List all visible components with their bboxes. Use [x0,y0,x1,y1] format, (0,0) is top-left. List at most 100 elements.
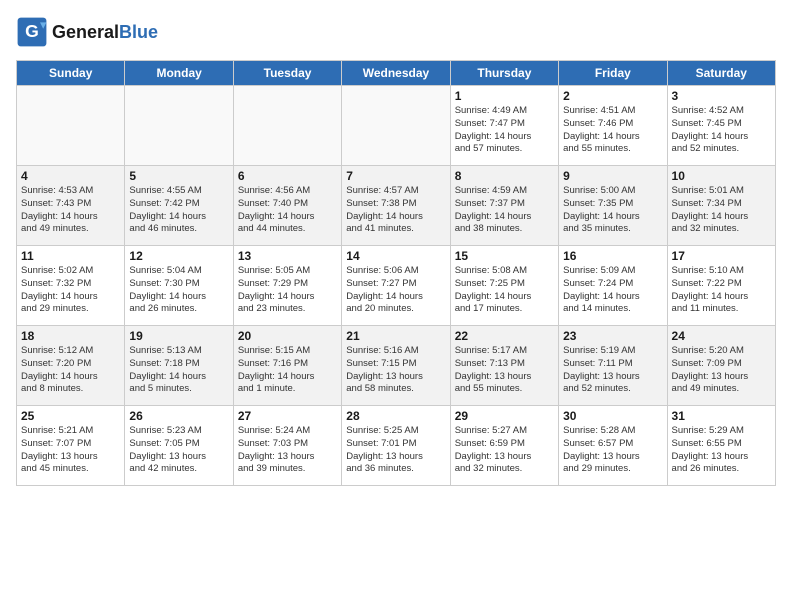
day-info: Sunrise: 5:00 AM Sunset: 7:35 PM Dayligh… [563,185,662,236]
calendar-cell: 7 Sunrise: 4:57 AM Sunset: 7:38 PM Daylig… [342,166,450,246]
calendar-cell [125,86,233,166]
day-info: Sunrise: 5:16 AM Sunset: 7:15 PM Dayligh… [346,345,445,396]
day-info: Sunrise: 5:21 AM Sunset: 7:07 PM Dayligh… [21,425,120,476]
day-info: Sunrise: 5:08 AM Sunset: 7:25 PM Dayligh… [455,265,554,316]
day-info: Sunrise: 5:12 AM Sunset: 7:20 PM Dayligh… [21,345,120,396]
header-row: SundayMondayTuesdayWednesdayThursdayFrid… [17,61,776,86]
day-info: Sunrise: 4:52 AM Sunset: 7:45 PM Dayligh… [672,105,771,156]
week-row-3: 11 Sunrise: 5:02 AM Sunset: 7:32 PM Dayli… [17,246,776,326]
page-container: G GeneralBlue SundayMondayTuesdayWednesd… [0,0,792,498]
day-number: 7 [346,169,445,183]
calendar-cell: 3 Sunrise: 4:52 AM Sunset: 7:45 PM Daylig… [667,86,775,166]
calendar-cell [17,86,125,166]
day-number: 12 [129,249,228,263]
day-number: 28 [346,409,445,423]
calendar-cell: 21 Sunrise: 5:16 AM Sunset: 7:15 PM Dayli… [342,326,450,406]
day-info: Sunrise: 5:10 AM Sunset: 7:22 PM Dayligh… [672,265,771,316]
calendar-cell: 28 Sunrise: 5:25 AM Sunset: 7:01 PM Dayli… [342,406,450,486]
day-info: Sunrise: 5:01 AM Sunset: 7:34 PM Dayligh… [672,185,771,236]
day-header-wednesday: Wednesday [342,61,450,86]
calendar-cell: 5 Sunrise: 4:55 AM Sunset: 7:42 PM Daylig… [125,166,233,246]
day-number: 25 [21,409,120,423]
day-info: Sunrise: 5:24 AM Sunset: 7:03 PM Dayligh… [238,425,337,476]
calendar-cell: 13Sunrise: 5:05 AM Sunset: 7:29 PM Dayli… [233,246,341,326]
calendar-cell: 22Sunrise: 5:17 AM Sunset: 7:13 PM Dayli… [450,326,558,406]
calendar-cell: 8Sunrise: 4:59 AM Sunset: 7:37 PM Daylig… [450,166,558,246]
week-row-2: 4 Sunrise: 4:53 AM Sunset: 7:43 PM Daylig… [17,166,776,246]
day-info: Sunrise: 4:59 AM Sunset: 7:37 PM Dayligh… [455,185,554,236]
day-number: 4 [21,169,120,183]
calendar-cell: 14 Sunrise: 5:06 AM Sunset: 7:27 PM Dayli… [342,246,450,326]
day-number: 13 [238,249,337,263]
day-number: 6 [238,169,337,183]
day-header-friday: Friday [559,61,667,86]
calendar-cell: 1 Sunrise: 4:49 AM Sunset: 7:47 PM Daylig… [450,86,558,166]
calendar-cell: 12Sunrise: 5:04 AM Sunset: 7:30 PM Dayli… [125,246,233,326]
week-row-5: 25 Sunrise: 5:21 AM Sunset: 7:07 PM Dayli… [17,406,776,486]
day-number: 24 [672,329,771,343]
day-info: Sunrise: 5:13 AM Sunset: 7:18 PM Dayligh… [129,345,228,396]
logo: G GeneralBlue [16,16,158,48]
day-number: 3 [672,89,771,103]
calendar-cell: 6 Sunrise: 4:56 AM Sunset: 7:40 PM Daylig… [233,166,341,246]
week-row-1: 1 Sunrise: 4:49 AM Sunset: 7:47 PM Daylig… [17,86,776,166]
calendar-cell: 18 Sunrise: 5:12 AM Sunset: 7:20 PM Dayli… [17,326,125,406]
calendar-cell: 25 Sunrise: 5:21 AM Sunset: 7:07 PM Dayli… [17,406,125,486]
calendar-cell: 26Sunrise: 5:23 AM Sunset: 7:05 PM Dayli… [125,406,233,486]
calendar-cell: 19 Sunrise: 5:13 AM Sunset: 7:18 PM Dayli… [125,326,233,406]
day-number: 10 [672,169,771,183]
calendar-cell: 30 Sunrise: 5:28 AM Sunset: 6:57 PM Dayli… [559,406,667,486]
day-number: 15 [455,249,554,263]
calendar-cell [342,86,450,166]
day-header-monday: Monday [125,61,233,86]
day-info: Sunrise: 5:17 AM Sunset: 7:13 PM Dayligh… [455,345,554,396]
day-number: 30 [563,409,662,423]
day-info: Sunrise: 4:49 AM Sunset: 7:47 PM Dayligh… [455,105,554,156]
svg-text:G: G [25,21,39,41]
day-info: Sunrise: 5:28 AM Sunset: 6:57 PM Dayligh… [563,425,662,476]
day-number: 19 [129,329,228,343]
day-info: Sunrise: 5:02 AM Sunset: 7:32 PM Dayligh… [21,265,120,316]
calendar-cell: 15 Sunrise: 5:08 AM Sunset: 7:25 PM Dayli… [450,246,558,326]
day-info: Sunrise: 5:23 AM Sunset: 7:05 PM Dayligh… [129,425,228,476]
day-number: 5 [129,169,228,183]
calendar-cell: 29 Sunrise: 5:27 AM Sunset: 6:59 PM Dayli… [450,406,558,486]
calendar-cell [233,86,341,166]
day-header-sunday: Sunday [17,61,125,86]
day-info: Sunrise: 5:15 AM Sunset: 7:16 PM Dayligh… [238,345,337,396]
day-header-tuesday: Tuesday [233,61,341,86]
day-info: Sunrise: 4:57 AM Sunset: 7:38 PM Dayligh… [346,185,445,236]
calendar-cell: 11 Sunrise: 5:02 AM Sunset: 7:32 PM Dayli… [17,246,125,326]
day-number: 1 [455,89,554,103]
day-number: 16 [563,249,662,263]
day-number: 31 [672,409,771,423]
day-info: Sunrise: 4:53 AM Sunset: 7:43 PM Dayligh… [21,185,120,236]
day-info: Sunrise: 5:09 AM Sunset: 7:24 PM Dayligh… [563,265,662,316]
day-info: Sunrise: 5:27 AM Sunset: 6:59 PM Dayligh… [455,425,554,476]
day-number: 11 [21,249,120,263]
calendar-cell: 23 Sunrise: 5:19 AM Sunset: 7:11 PM Dayli… [559,326,667,406]
calendar-cell: 4 Sunrise: 4:53 AM Sunset: 7:43 PM Daylig… [17,166,125,246]
day-number: 29 [455,409,554,423]
day-info: Sunrise: 4:51 AM Sunset: 7:46 PM Dayligh… [563,105,662,156]
calendar-cell: 24 Sunrise: 5:20 AM Sunset: 7:09 PM Dayli… [667,326,775,406]
day-number: 14 [346,249,445,263]
day-number: 27 [238,409,337,423]
day-info: Sunrise: 5:29 AM Sunset: 6:55 PM Dayligh… [672,425,771,476]
calendar-cell: 17 Sunrise: 5:10 AM Sunset: 7:22 PM Dayli… [667,246,775,326]
day-number: 21 [346,329,445,343]
calendar-cell: 20Sunrise: 5:15 AM Sunset: 7:16 PM Dayli… [233,326,341,406]
calendar-cell: 2Sunrise: 4:51 AM Sunset: 7:46 PM Daylig… [559,86,667,166]
day-number: 18 [21,329,120,343]
day-info: Sunrise: 5:19 AM Sunset: 7:11 PM Dayligh… [563,345,662,396]
day-info: Sunrise: 5:06 AM Sunset: 7:27 PM Dayligh… [346,265,445,316]
day-info: Sunrise: 4:55 AM Sunset: 7:42 PM Dayligh… [129,185,228,236]
calendar-cell: 27 Sunrise: 5:24 AM Sunset: 7:03 PM Dayli… [233,406,341,486]
logo-icon: G [16,16,48,48]
day-info: Sunrise: 4:56 AM Sunset: 7:40 PM Dayligh… [238,185,337,236]
day-info: Sunrise: 5:20 AM Sunset: 7:09 PM Dayligh… [672,345,771,396]
day-number: 17 [672,249,771,263]
day-info: Sunrise: 5:25 AM Sunset: 7:01 PM Dayligh… [346,425,445,476]
day-number: 23 [563,329,662,343]
day-number: 9 [563,169,662,183]
